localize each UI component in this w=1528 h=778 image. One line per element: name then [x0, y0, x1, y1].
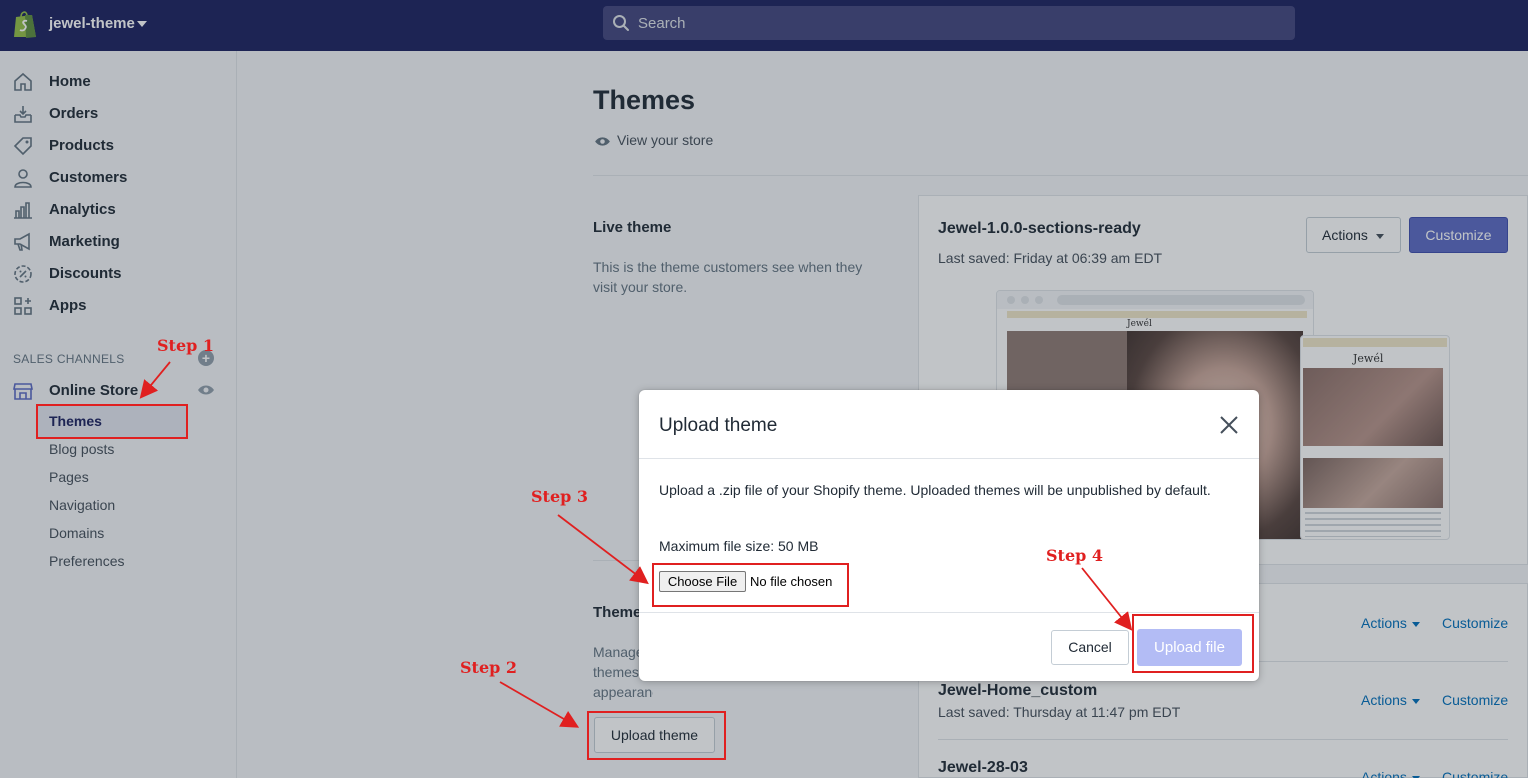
modal-description: Upload a .zip file of your Shopify theme… — [659, 482, 1211, 498]
step-4-label: Step 4 — [1046, 546, 1104, 565]
step-3-highlight — [652, 563, 849, 607]
max-file-size: Maximum file size: 50 MB — [659, 538, 819, 554]
cancel-button[interactable]: Cancel — [1051, 630, 1129, 665]
close-icon[interactable] — [1218, 414, 1240, 436]
modal-divider — [639, 612, 1259, 613]
step-1-highlight — [36, 404, 188, 439]
step-3-label: Step 3 — [531, 487, 589, 506]
modal-title: Upload theme — [659, 415, 778, 436]
step-1-label: Step 1 — [157, 336, 215, 355]
modal-divider — [639, 458, 1259, 459]
step-2-label: Step 2 — [460, 658, 518, 677]
step-2-highlight — [587, 711, 726, 760]
step-4-highlight — [1132, 614, 1254, 673]
